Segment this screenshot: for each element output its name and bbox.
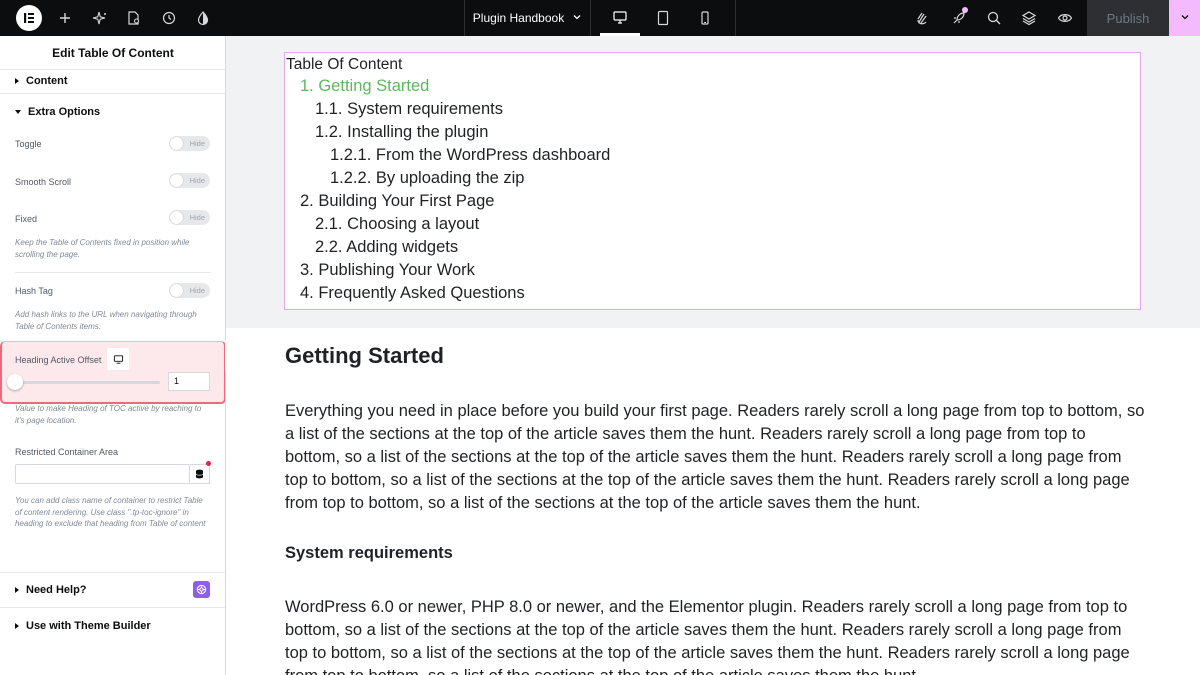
table-of-content-widget[interactable]: Table Of Content 1. Getting Started 1.1. … [284, 52, 1141, 310]
publish-button[interactable]: Publish [1087, 0, 1169, 36]
preview-canvas: Table Of Content 1. Getting Started 1.1. … [226, 36, 1200, 675]
divider [0, 93, 225, 94]
section-need-help-label: Need Help? [26, 584, 87, 596]
editor-panel: Edit Table Of Content Content Extra Opti… [0, 36, 226, 675]
caret-down-icon [15, 110, 21, 114]
section-heading: Getting Started [285, 343, 444, 368]
heading-active-offset-label: Heading Active Offset [15, 355, 102, 365]
help-lifebuoy-icon[interactable] [193, 581, 210, 598]
dynamic-tags-database-icon[interactable] [190, 464, 210, 484]
toc-item[interactable]: 1.2.2. By uploading the zip [330, 169, 524, 188]
toc-item[interactable]: 2.2. Adding widgets [315, 238, 458, 257]
subsection-heading: System requirements [285, 544, 453, 562]
responsive-desktop-icon[interactable] [107, 348, 129, 370]
toggle-label: Toggle [15, 139, 42, 149]
toc-item[interactable]: 1.2. Installing the plugin [315, 123, 488, 142]
toc-item[interactable]: 1.1. System requirements [315, 100, 503, 119]
history-icon[interactable] [152, 0, 186, 36]
toolbar-divider [735, 0, 736, 36]
required-indicator [206, 461, 211, 466]
fixed-label: Fixed [15, 214, 38, 224]
switch-knob [170, 211, 183, 224]
section-theme-builder[interactable]: Use with Theme Builder [0, 616, 225, 636]
desktop-icon[interactable] [600, 0, 640, 36]
restricted-container-help-text: You can add class name of container to r… [15, 496, 206, 528]
offset-slider-handle[interactable] [7, 374, 23, 390]
caret-right-icon [15, 587, 19, 593]
page-settings-icon[interactable] [117, 0, 151, 36]
hash-tag-help-text: Add hash links to the URL when navigatin… [15, 310, 197, 331]
hash-tag-switch[interactable]: Hide [169, 283, 210, 298]
switch-knob [170, 137, 183, 150]
section-extra-options-label: Extra Options [28, 106, 101, 118]
theme-style-icon[interactable] [186, 0, 220, 36]
section-content[interactable]: Content [0, 70, 225, 92]
switch-knob [170, 174, 183, 187]
fixed-help-text: Keep the Table of Contents fixed in posi… [15, 238, 190, 259]
preview-eye-icon[interactable] [1048, 0, 1082, 36]
heading-active-offset-help-text: Value to make Heading of TOC active by r… [15, 404, 202, 425]
restricted-container-input[interactable] [15, 464, 190, 484]
fixed-switch[interactable]: Hide [169, 210, 210, 225]
toggle-switch[interactable]: Hide [169, 136, 210, 151]
publish-options-button[interactable] [1169, 0, 1200, 36]
chevron-down-icon [1180, 9, 1190, 27]
toc-item[interactable]: 3. Publishing Your Work [300, 261, 475, 280]
caret-right-icon [15, 78, 19, 84]
paragraph: Everything you need in place before you … [285, 402, 1145, 512]
hand-wave-icon[interactable] [906, 0, 940, 36]
add-icon[interactable] [48, 0, 82, 36]
document-title: Plugin Handbook [472, 11, 565, 25]
offset-number-input[interactable]: 1 [168, 372, 210, 391]
toc-item[interactable]: 2.1. Choosing a layout [315, 215, 479, 234]
section-content-label: Content [26, 75, 68, 87]
toc-item[interactable]: 1. Getting Started [300, 77, 429, 96]
elementor-logo-icon[interactable] [16, 5, 42, 31]
divider [0, 572, 225, 573]
mobile-icon[interactable] [685, 0, 725, 36]
smooth-scroll-label: Smooth Scroll [15, 177, 72, 187]
toc-item[interactable]: 1.2.1. From the WordPress dashboard [330, 146, 610, 165]
toc-title: Table Of Content [286, 56, 403, 73]
tablet-icon[interactable] [643, 0, 683, 36]
document-title-dropdown[interactable]: Plugin Handbook [464, 0, 591, 36]
toc-item[interactable]: 4. Frequently Asked Questions [300, 284, 525, 303]
switch-state: Hide [189, 286, 205, 295]
paragraph: WordPress 6.0 or newer, PHP 8.0 or newer… [285, 598, 1130, 675]
smooth-scroll-switch[interactable]: Hide [169, 173, 210, 188]
switch-state: Hide [189, 139, 205, 148]
switch-state: Hide [189, 176, 205, 185]
rocket-icon[interactable] [942, 0, 976, 36]
hash-tag-label: Hash Tag [15, 286, 53, 296]
toc-item[interactable]: 2. Building Your First Page [300, 192, 494, 211]
divider [0, 607, 225, 608]
section-extra-options[interactable]: Extra Options [0, 102, 225, 122]
chevron-down-icon [572, 11, 582, 25]
switch-knob [170, 284, 183, 297]
switch-state: Hide [189, 213, 205, 222]
caret-right-icon [15, 623, 19, 629]
section-theme-builder-label: Use with Theme Builder [26, 620, 151, 632]
divider [15, 272, 211, 273]
layers-icon[interactable] [1012, 0, 1046, 36]
ai-sparkle-icon[interactable] [83, 0, 117, 36]
search-icon[interactable] [977, 0, 1011, 36]
panel-title: Edit Table Of Content [0, 36, 225, 70]
notification-dot [962, 7, 968, 13]
offset-slider-track[interactable] [15, 381, 160, 384]
top-bar: Plugin Handbook Publish [0, 0, 1200, 36]
restricted-container-label: Restricted Container Area [15, 447, 119, 457]
